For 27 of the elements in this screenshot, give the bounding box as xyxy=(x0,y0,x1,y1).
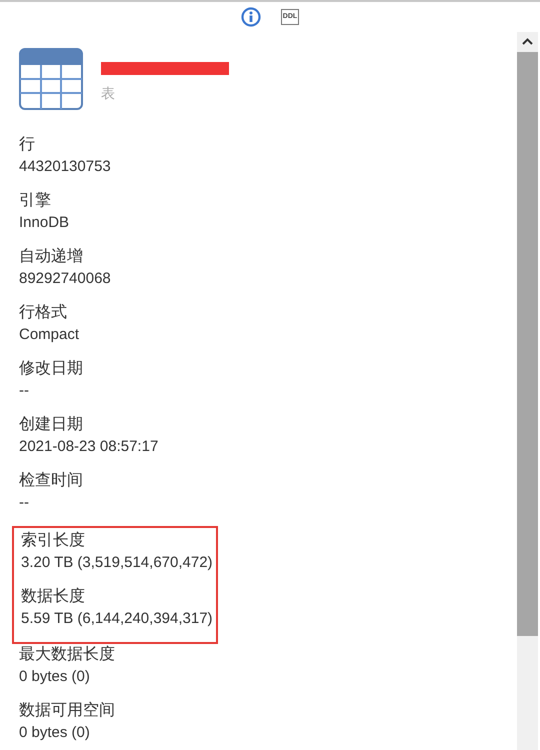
property-value: 3.20 TB (3,519,514,670,472) xyxy=(21,553,214,573)
property-label: 最大数据长度 xyxy=(19,644,116,665)
property-value: Compact xyxy=(19,325,80,345)
property-label: 行格式 xyxy=(19,302,68,323)
property-value: 0 bytes (0) xyxy=(19,667,91,687)
property-label: 创建日期 xyxy=(19,414,84,435)
property-label: 检查时间 xyxy=(19,470,84,491)
property-value: 5.59 TB (6,144,240,394,317) xyxy=(21,609,214,629)
property-label: 数据长度 xyxy=(21,586,86,607)
scrollbar-thumb[interactable] xyxy=(517,52,538,636)
property-value: 0 bytes (0) xyxy=(19,723,91,743)
property-value: -- xyxy=(19,493,30,513)
property-label: 修改日期 xyxy=(19,359,84,379)
info-icon[interactable] xyxy=(240,7,261,27)
table-icon xyxy=(19,48,83,110)
property-value: 44320130753 xyxy=(19,157,112,177)
property-label: 索引长度 xyxy=(21,530,86,551)
property-value: 2021-08-23 08:57:17 xyxy=(19,437,160,457)
property-value: -- xyxy=(19,381,30,401)
property-value: InnoDB xyxy=(19,213,70,233)
object-type-label: 表 xyxy=(101,84,116,103)
scrollbar[interactable] xyxy=(517,32,538,750)
property-label: 自动递增 xyxy=(19,246,84,267)
property-label: 引擎 xyxy=(19,191,52,211)
property-label: 行 xyxy=(19,135,36,155)
property-label: 数据可用空间 xyxy=(19,700,116,721)
property-value: 89292740068 xyxy=(19,269,112,289)
